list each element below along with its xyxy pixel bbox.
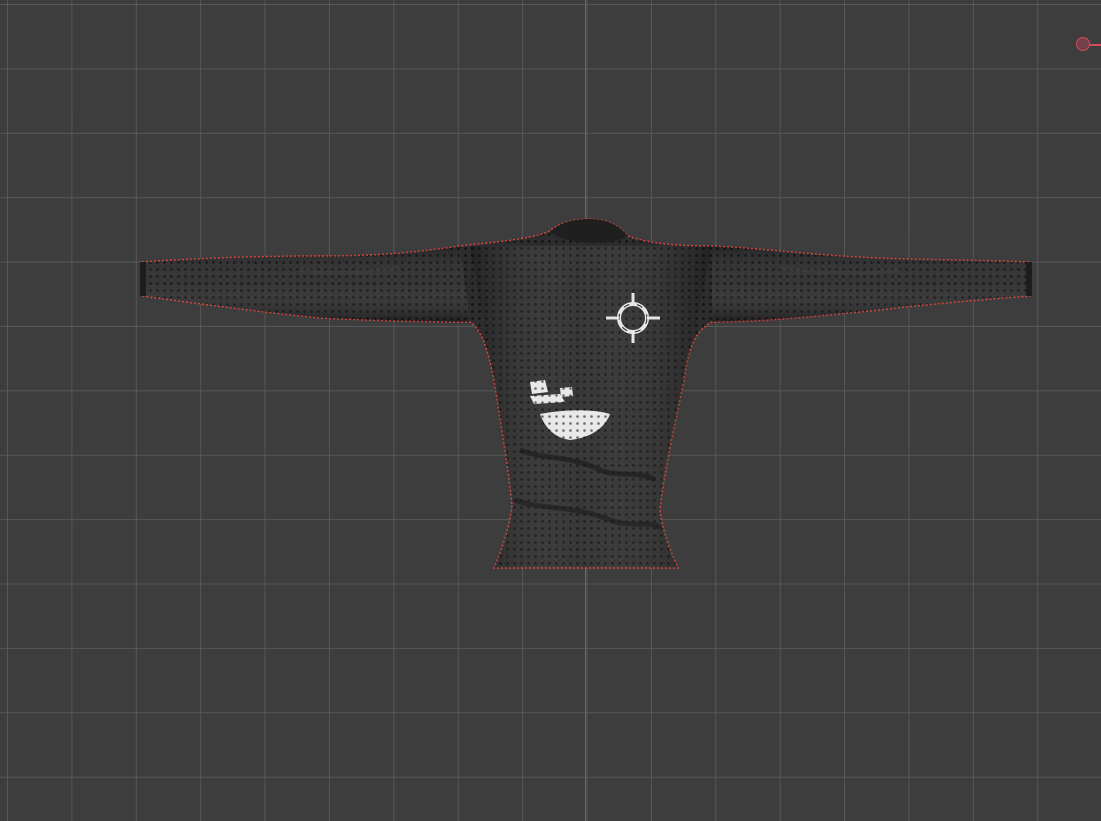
selected-faces-3 — [560, 387, 573, 397]
torso-shading — [470, 246, 712, 568]
x-axis-gizmo-handle[interactable] — [1076, 37, 1090, 51]
shirt-mesh[interactable] — [0, 0, 1101, 821]
3d-viewport[interactable] — [0, 0, 1101, 821]
left-sleeve-shading — [142, 246, 470, 322]
x-axis-gizmo-line — [1090, 43, 1101, 46]
selected-faces-1 — [530, 380, 548, 394]
left-cuff — [140, 262, 146, 296]
right-cuff — [1026, 262, 1032, 296]
3d-cursor-icon[interactable] — [604, 291, 662, 345]
